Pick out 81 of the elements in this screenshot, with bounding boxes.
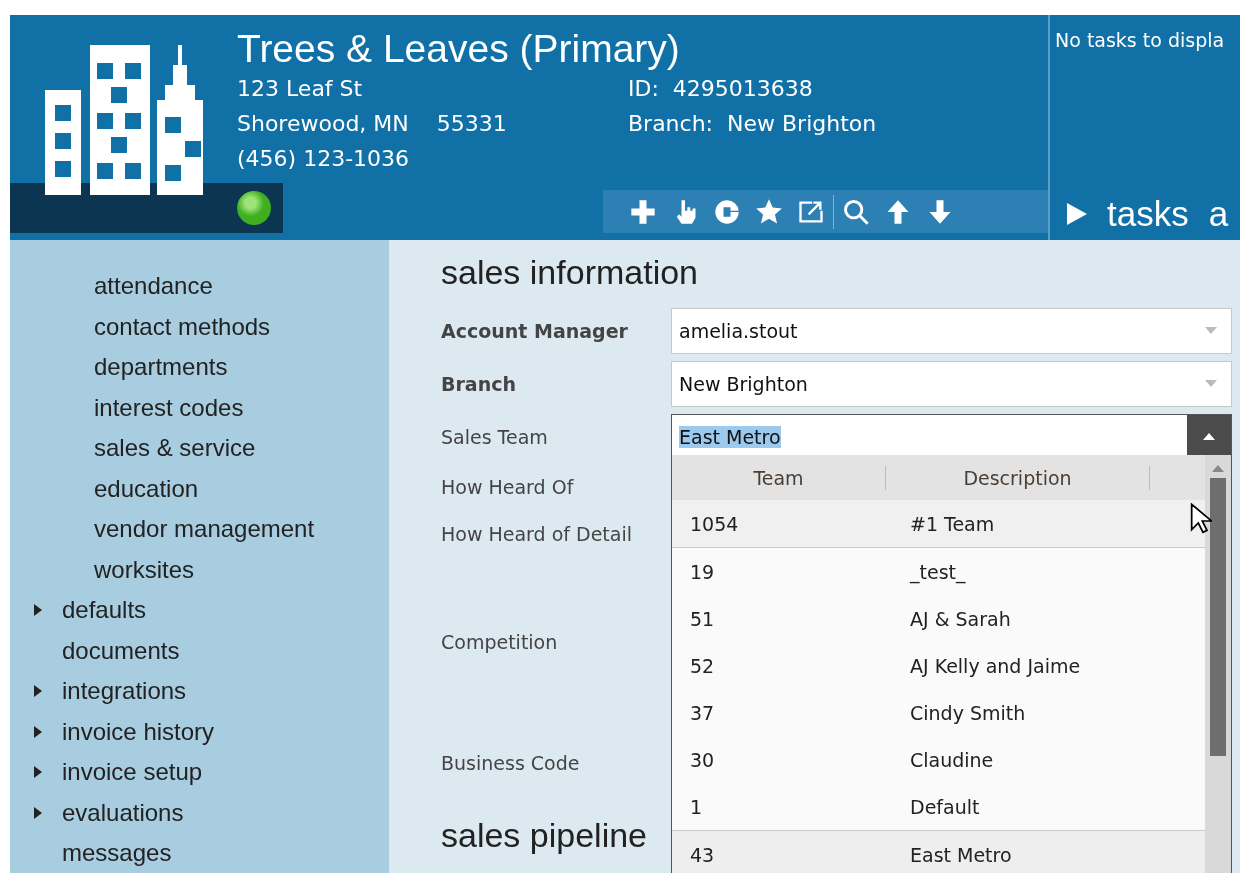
list-row[interactable]: 43 East Metro [672,830,1205,873]
table-cell-text: 19 [689,560,716,583]
table-cell: _test_ [910,560,966,583]
branch-value: New Brighton [727,111,877,136]
field-label: How Heard Of [441,475,574,498]
table-cell: Claudine [910,748,994,771]
expand-caret-icon[interactable] [34,725,42,738]
address-line: Shorewood, MN 55331 [237,110,508,138]
list-row[interactable]: 37 Cindy Smith [672,689,1205,736]
scroll-thumb[interactable] [1210,478,1226,756]
table-cell-text: 1 [689,795,704,818]
sidebar-item[interactable]: defaults [62,590,147,631]
table-cell: Default [910,795,980,818]
sidebar-item[interactable]: messages [62,833,172,873]
column-header[interactable]: Description [886,465,1150,490]
scrollbar[interactable] [1205,455,1231,873]
list-row[interactable]: 1 Default [672,783,1205,830]
caret-up-icon [1203,433,1215,440]
select-field[interactable]: New Brighton [671,360,1232,407]
list-row[interactable]: 52 AJ Kelly and Jaime [672,642,1205,689]
sidebar-item[interactable]: contact methods [10,306,389,347]
play-icon[interactable] [1067,203,1087,225]
sidebar-item[interactable]: education [10,468,389,509]
sidebar-item[interactable]: evaluations [62,792,184,833]
table-cell: AJ Kelly and Jaime [910,654,1081,677]
field-label: How Heard of Detail [441,522,632,545]
list-row[interactable]: 51 AJ & Sarah [672,595,1205,642]
table-cell-text: 37 [689,701,716,724]
list-row[interactable]: 1054 #1 Team [672,500,1205,548]
sidebar-item[interactable]: departments [10,347,389,388]
table-cell: Cindy Smith [910,701,1026,724]
table-cell-text: 30 [689,748,716,771]
table-cell-text: 51 [689,607,716,630]
field-label: Business Code [441,752,580,774]
table-cell-text: 1054 [689,512,740,535]
buildings-logo-icon [45,45,205,195]
table-cell: AJ & Sarah [910,607,1011,630]
field-label: Sales Team [441,425,548,448]
section-heading: sales information [441,252,699,292]
select-field[interactable]: amelia.stout [671,307,1232,354]
sidebar-item[interactable]: documents [62,630,180,671]
field-label: Account Manager [441,319,628,342]
plus-icon[interactable] [629,197,657,226]
field-label: Competition [441,631,558,653]
table-cell-text: 43 [689,843,716,866]
next-tab[interactable]: a [1208,192,1229,236]
sidebar-item[interactable]: sales & service [10,428,389,469]
expand-caret-icon[interactable] [34,604,42,617]
caret-icon [1205,327,1217,334]
scroll-up-icon[interactable] [1212,465,1224,472]
cycle-icon[interactable] [713,197,741,226]
field-label: Branch [441,372,516,395]
sidebar-item[interactable]: interest codes [10,387,389,428]
tasks-message: No tasks to displa [1055,29,1226,51]
table-cell: #1 Team [910,512,995,535]
sidebar-item[interactable]: attendance [10,266,389,307]
table-cell: East Metro [910,843,1012,866]
id-value: 4295013638 [672,76,813,101]
list-row[interactable]: 19 _test_ [672,548,1205,595]
expand-caret-icon[interactable] [34,685,42,698]
column-header[interactable]: Team [672,465,886,490]
sidebar-item[interactable]: integrations [62,671,187,712]
id-label: ID: [628,76,659,101]
branch-label: Branch: [628,111,713,136]
sidebar-item[interactable]: worksites [10,549,389,590]
sidebar-item[interactable]: vendor management [10,509,389,550]
caret-icon [1205,380,1217,387]
list-row[interactable]: 30 Claudine [672,736,1205,783]
sidebar-item[interactable]: invoice history [62,711,215,752]
search-icon[interactable] [842,197,870,226]
company-title: Trees & Leaves (Primary) [237,27,681,71]
expand-caret-icon[interactable] [34,806,42,819]
address-line: 123 Leaf St [237,75,364,103]
address-line: (456) 123-1036 [237,145,411,173]
table-cell-text: 52 [689,654,716,677]
sidebar-item[interactable]: invoice setup [62,752,203,793]
section-heading: sales pipeline [441,815,648,855]
expand-caret-icon[interactable] [34,766,42,779]
mouse-cursor-icon [1190,503,1212,535]
tasks-tab[interactable]: tasks [1107,192,1189,236]
star-icon[interactable] [755,197,783,226]
